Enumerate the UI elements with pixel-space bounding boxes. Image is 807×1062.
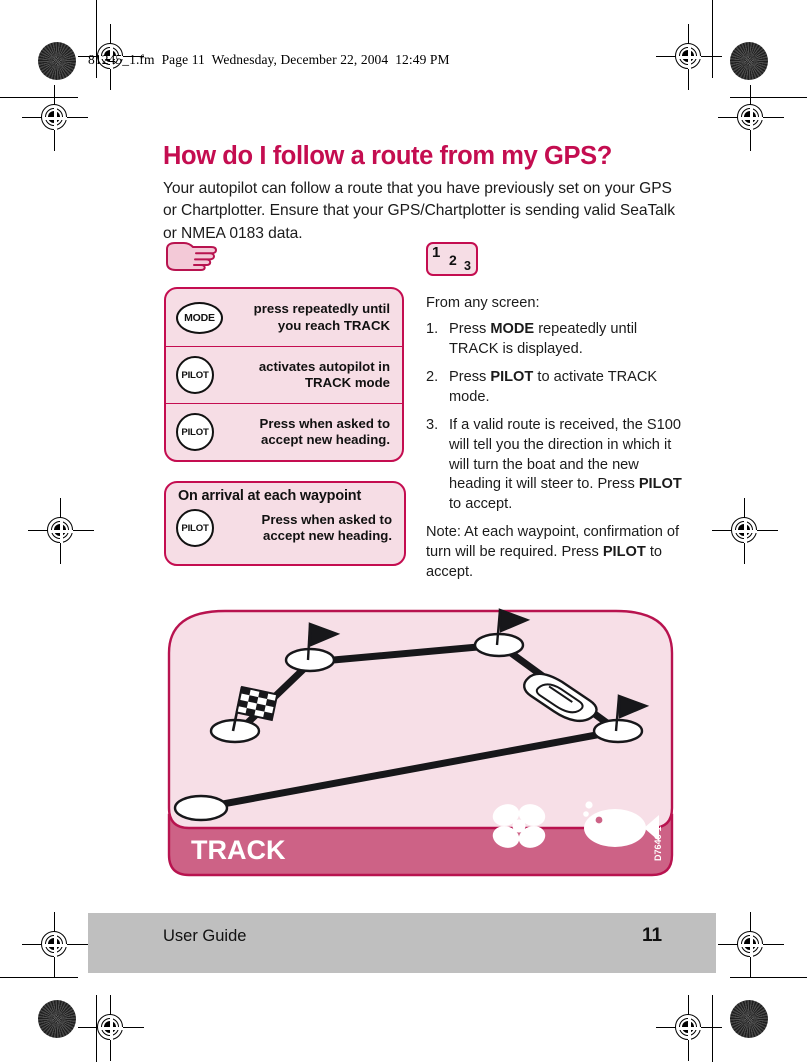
step-text-2: Press PILOT to activate TRACK mode. xyxy=(449,369,658,405)
registration-mark-middle-left xyxy=(28,498,94,564)
steps-lead-in: From any screen: xyxy=(426,295,540,311)
registration-mark-middle-right xyxy=(712,498,778,564)
step-number-2: 2. xyxy=(426,369,439,386)
registration-mark-lower-left xyxy=(22,912,88,978)
registration-mark-bottom-left xyxy=(78,995,144,1061)
footer-page-number: 11 xyxy=(642,925,663,946)
arrival-panel-title: On arrival at each waypoint xyxy=(178,488,362,504)
mode-button-wrap[interactable]: MODE xyxy=(176,301,232,334)
arrival-panel: On arrival at each waypoint PILOT Press … xyxy=(164,481,406,566)
key-row-mode-text: press repeatedly until you reach TRACK xyxy=(253,301,390,333)
arrival-pilot-button-wrap[interactable]: PILOT xyxy=(176,509,232,547)
rosette-mark-bottom-right xyxy=(730,1000,768,1038)
rosette-mark-top-left xyxy=(38,42,76,80)
waypoint-marker-3 xyxy=(592,718,644,744)
key-row-pilot-accept-text: Press when asked to accept new heading. xyxy=(259,415,390,447)
arrival-key-row[interactable]: PILOT Press when asked to accept new hea… xyxy=(166,505,404,551)
intro-paragraph: Your autopilot can follow a route that y… xyxy=(163,179,675,242)
registration-mark-lower-right xyxy=(718,912,784,978)
pilot-button-wrap-1[interactable]: PILOT xyxy=(176,356,232,394)
steps-note: Note: At each waypoint, confirmation of … xyxy=(426,524,680,580)
waypoint-marker-1 xyxy=(284,647,336,673)
registration-mark-top-right xyxy=(656,24,722,90)
step-item-3: 3. If a valid route is received, the S10… xyxy=(426,416,688,514)
illustration-figure-code: D7646-1 xyxy=(653,826,663,861)
document-file-header: 81245_1.fm Page 11 Wednesday, December 2… xyxy=(88,52,450,67)
step-text-3: If a valid route is received, the S100 w… xyxy=(449,417,682,512)
rosette-mark-bottom-left xyxy=(38,1000,76,1038)
waypoint-marker-2 xyxy=(473,632,525,658)
step-item-2: 2. Press PILOT to activate TRACK mode. xyxy=(426,368,688,407)
pointing-hand-icon xyxy=(164,240,218,279)
page-title: How do I follow a route from my GPS? xyxy=(163,142,612,171)
key-instructions-panel: MODE press repeatedly until you reach TR… xyxy=(164,287,404,462)
arrival-key-row-text: Press when asked to accept new heading. xyxy=(261,511,392,543)
registration-mark-upper-right xyxy=(718,85,784,151)
track-illustration: TRACK D7646-1 xyxy=(163,603,678,883)
key-row-pilot-activate[interactable]: PILOT activates autopilot in TRACK mode xyxy=(166,346,402,403)
step-text-1: Press MODE repeatedly until TRACK is dis… xyxy=(449,321,638,357)
registration-mark-upper-left xyxy=(22,85,88,151)
step-item-1: 1. Press MODE repeatedly until TRACK is … xyxy=(426,320,688,359)
pilot-button-wrap-2[interactable]: PILOT xyxy=(176,413,232,451)
key-row-mode[interactable]: MODE press repeatedly until you reach TR… xyxy=(166,289,402,346)
mode-button[interactable]: MODE xyxy=(176,301,223,334)
pilot-button-activate[interactable]: PILOT xyxy=(176,356,214,394)
rosette-mark-top-right xyxy=(730,42,768,80)
steps-column: From any screen: 1. Press MODE repeatedl… xyxy=(426,293,688,582)
badge-number-1: 1 xyxy=(432,244,441,261)
illustration-mode-label: TRACK xyxy=(191,835,286,865)
step-number-1: 1. xyxy=(426,321,439,337)
key-row-pilot-activate-text: activates autopilot in TRACK mode xyxy=(258,358,390,390)
page-body: How do I follow a route from my GPS? You… xyxy=(88,90,718,980)
arrival-pilot-button[interactable]: PILOT xyxy=(176,509,214,547)
registration-mark-bottom-right xyxy=(656,995,722,1061)
badge-number-2: 2 xyxy=(449,252,457,268)
step-number-3: 3. xyxy=(426,417,439,434)
steps-badge-icon: 1 2 3 xyxy=(426,242,478,276)
pilot-button-accept[interactable]: PILOT xyxy=(176,413,214,451)
waypoint-marker-start xyxy=(173,794,229,822)
steps-list: 1. Press MODE repeatedly until TRACK is … xyxy=(426,320,688,514)
footer-guide-label: User Guide xyxy=(163,927,247,945)
badge-number-3: 3 xyxy=(464,259,471,273)
key-row-pilot-accept[interactable]: PILOT Press when asked to accept new hea… xyxy=(166,403,402,460)
